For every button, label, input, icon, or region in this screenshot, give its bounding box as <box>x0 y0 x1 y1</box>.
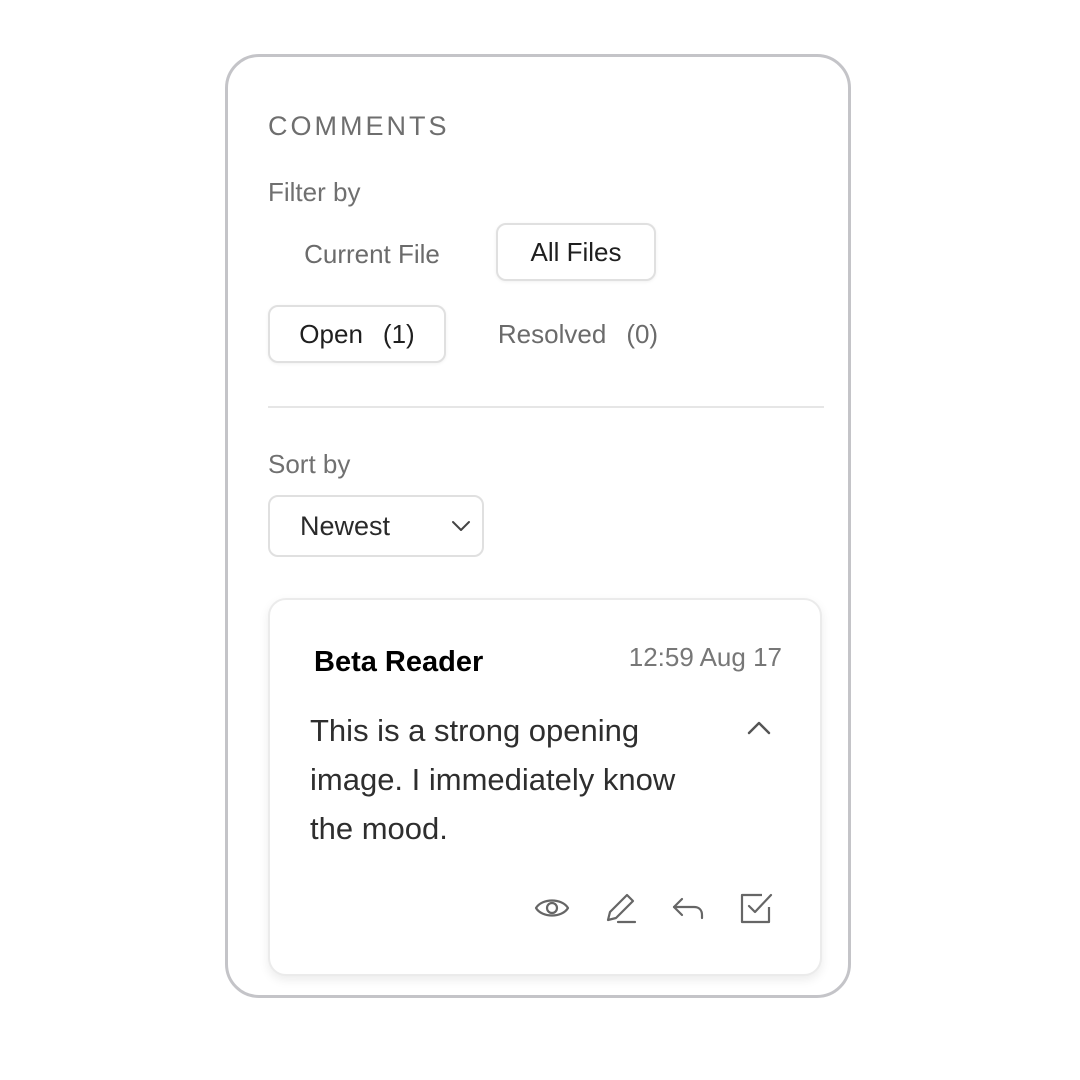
filter-resolved-count: (0) <box>626 318 659 349</box>
comment-text: This is a strong opening image. I immedi… <box>310 713 676 846</box>
divider <box>268 406 824 408</box>
sort-select[interactable]: Newest <box>268 495 484 557</box>
filter-resolved-button[interactable]: Resolved (0) <box>478 305 678 363</box>
filter-open-count: (1) <box>382 318 415 349</box>
filter-open-label: Open <box>299 318 363 349</box>
comment-card[interactable]: Beta Reader 12:59 Aug 17 This is a stron… <box>268 598 822 976</box>
comments-panel: COMMENTS Filter by Current File All File… <box>225 54 851 998</box>
comment-timestamp: 12:59 Aug 17 <box>628 642 782 672</box>
chevron-down-icon <box>452 521 470 531</box>
filter-resolved-label: Resolved <box>497 318 607 349</box>
reply-arrow-icon[interactable] <box>670 890 706 926</box>
filter-all-files-button[interactable]: All Files <box>496 223 656 281</box>
checkbox-check-icon[interactable] <box>738 890 774 926</box>
filter-current-file-button[interactable]: Current File <box>268 225 476 283</box>
sort-label: Sort by <box>268 449 351 479</box>
filter-open-button[interactable]: Open (1) <box>268 305 446 363</box>
sort-selected-value: Newest <box>300 510 391 541</box>
chevron-up-icon[interactable] <box>744 716 774 740</box>
comment-actions <box>534 890 774 926</box>
panel-title: COMMENTS <box>268 111 450 141</box>
eye-icon[interactable] <box>534 890 570 926</box>
filter-label: Filter by <box>268 177 361 207</box>
comment-author: Beta Reader <box>314 646 484 678</box>
pencil-icon[interactable] <box>602 890 638 926</box>
